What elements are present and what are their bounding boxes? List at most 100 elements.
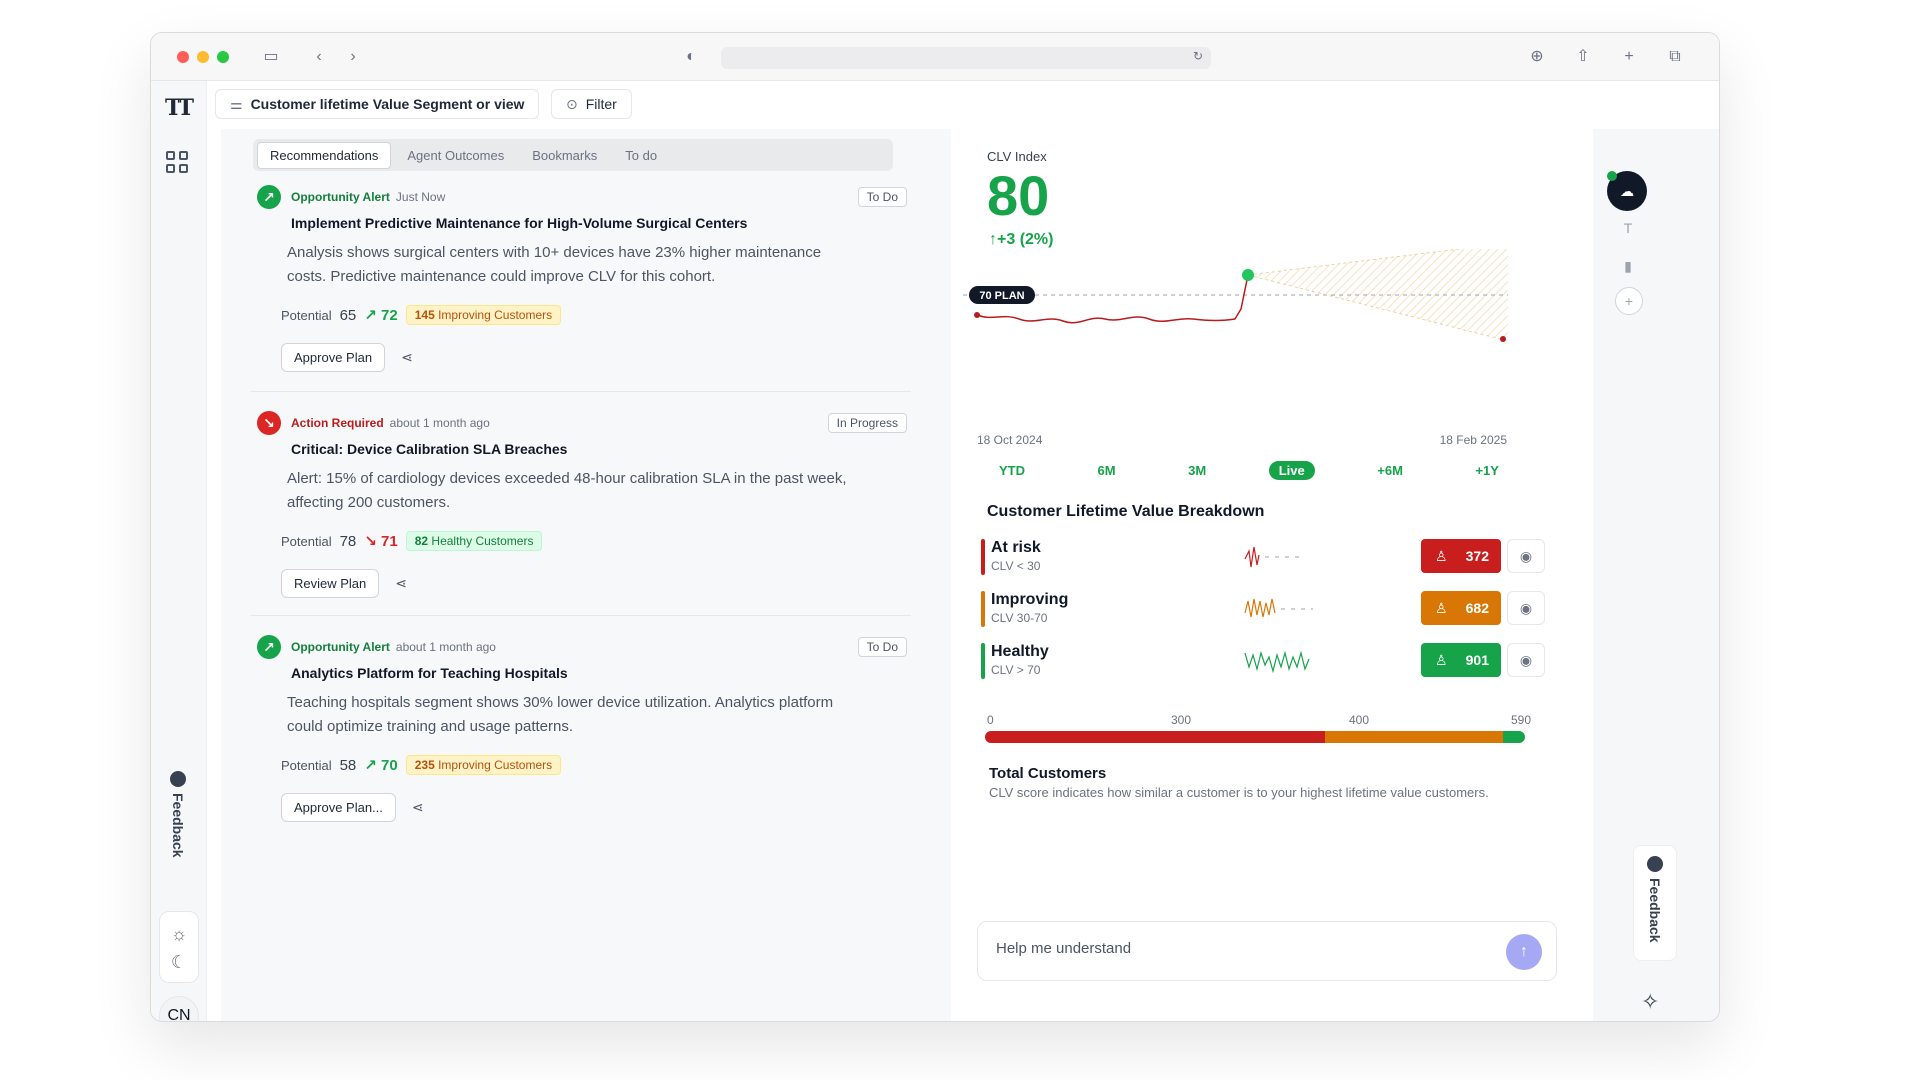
range-live[interactable]: Live bbox=[1268, 461, 1315, 480]
status-badge[interactable]: In Progress bbox=[827, 413, 907, 433]
view-segment-button[interactable]: ◉ bbox=[1507, 539, 1545, 573]
customers-count: 235 bbox=[414, 758, 435, 772]
tab-agent-outcomes[interactable]: Agent Outcomes bbox=[395, 143, 516, 168]
range-plus-1y[interactable]: +1Y bbox=[1465, 461, 1509, 480]
plan-label: 70 PLAN bbox=[979, 290, 1024, 302]
back-icon[interactable]: ‹ bbox=[307, 45, 331, 69]
distribution-segment bbox=[985, 731, 1326, 743]
online-status-dot bbox=[1607, 171, 1617, 181]
share-icon[interactable]: ⋖ bbox=[395, 575, 407, 592]
approve-plan-button[interactable]: Approve Plan... bbox=[281, 793, 396, 822]
person-icon: ♙ bbox=[1435, 600, 1448, 616]
trend-down-icon: ↘ bbox=[364, 533, 377, 550]
approve-plan-button[interactable]: Approve Plan bbox=[281, 343, 386, 372]
potential-to: ↗ 70 bbox=[364, 756, 397, 774]
start-point bbox=[974, 312, 980, 318]
address-bar[interactable]: ↻ bbox=[721, 47, 1211, 69]
new-tab-icon[interactable]: + bbox=[1617, 45, 1641, 69]
alert-type-label: Opportunity Alert bbox=[291, 190, 390, 204]
customers-chip[interactable]: 235 Improving Customers bbox=[405, 755, 562, 775]
segment-sparkline bbox=[1244, 598, 1313, 618]
potential-to-value: 70 bbox=[381, 757, 398, 774]
card-body: Analysis shows surgical centers with 10+… bbox=[287, 244, 822, 285]
close-window-button[interactable] bbox=[177, 51, 189, 63]
sidebar-toggle-icon[interactable]: ▭ bbox=[259, 45, 283, 69]
tab-to-do[interactable]: To do bbox=[613, 143, 669, 168]
apps-grid-icon[interactable] bbox=[166, 151, 188, 173]
left-rail: TT Feedback ☼ ☾ CN bbox=[151, 81, 207, 1021]
range-plus-6m[interactable]: +6M bbox=[1367, 461, 1413, 480]
minimize-window-button[interactable] bbox=[197, 51, 209, 63]
segment-selector-button[interactable]: ⚌ Customer lifetime Value Segment or view bbox=[215, 89, 540, 119]
segment-count-button[interactable]: ♙ 901 bbox=[1421, 643, 1501, 677]
feedback-icon bbox=[1647, 856, 1663, 872]
chat-input[interactable] bbox=[996, 940, 1476, 957]
customers-label: Improving Customers bbox=[438, 758, 553, 772]
filter-button[interactable]: ⊙ Filter bbox=[551, 89, 632, 119]
divider bbox=[251, 391, 911, 392]
share-icon[interactable]: ⋖ bbox=[401, 349, 413, 366]
feedback-tab-left[interactable]: Feedback bbox=[163, 771, 193, 858]
add-icon[interactable]: + bbox=[1615, 287, 1643, 315]
forecast-low-point bbox=[1500, 336, 1506, 342]
total-customers-description: CLV score indicates how similar a custom… bbox=[989, 785, 1489, 800]
share-icon[interactable]: ⋖ bbox=[412, 799, 424, 816]
segment-color-bar bbox=[981, 591, 985, 627]
customers-chip[interactable]: 145 Improving Customers bbox=[405, 305, 562, 325]
screen: ▭ ‹ › ◐ ↻ ⊕ ⇧ + ⧉ TT Feedback ☼ ☾ CN ⚌ C… bbox=[0, 0, 1920, 1080]
range-ytd[interactable]: YTD bbox=[989, 461, 1035, 480]
card-title[interactable]: Critical: Device Calibration SLA Breache… bbox=[291, 441, 907, 457]
feed-tabs: Recommendations Agent Outcomes Bookmarks… bbox=[253, 139, 893, 171]
send-button[interactable]: ↑ bbox=[1506, 934, 1542, 970]
moon-icon[interactable]: ☾ bbox=[160, 948, 198, 976]
bar-chart-icon[interactable]: ▮ bbox=[1611, 249, 1645, 283]
download-icon[interactable]: ⊕ bbox=[1525, 45, 1549, 69]
clv-panel: CLV Index 80 ↑+3 (2%) 70 PLAN 18 Oct 202… bbox=[963, 129, 1593, 1021]
potential-label: Potential bbox=[281, 757, 332, 773]
view-segment-button[interactable]: ◉ bbox=[1507, 643, 1545, 677]
forward-icon[interactable]: › bbox=[341, 45, 365, 69]
segment-range: CLV < 30 bbox=[991, 559, 1041, 573]
range-3m[interactable]: 3M bbox=[1178, 461, 1216, 480]
tab-bookmarks[interactable]: Bookmarks bbox=[520, 143, 609, 168]
segment-count-button[interactable]: ♙ 682 bbox=[1421, 591, 1501, 625]
reload-icon[interactable]: ↻ bbox=[1193, 49, 1203, 63]
card-actions: Review Plan ⋖ bbox=[281, 569, 907, 598]
card-title[interactable]: Implement Predictive Maintenance for Hig… bbox=[291, 215, 907, 231]
customers-chip[interactable]: 82 Healthy Customers bbox=[405, 531, 543, 551]
status-badge[interactable]: To Do bbox=[857, 187, 907, 207]
card-header: ↗ Opportunity Alert about 1 month ago To … bbox=[257, 635, 907, 659]
app-logo-icon[interactable]: T bbox=[1611, 211, 1645, 245]
distribution-bar bbox=[985, 731, 1525, 743]
filter-icon: ⊙ bbox=[566, 96, 578, 112]
feedback-tab-right[interactable]: Feedback bbox=[1633, 845, 1677, 961]
user-avatar[interactable]: CN bbox=[159, 996, 199, 1021]
card-title[interactable]: Analytics Platform for Teaching Hospital… bbox=[291, 665, 907, 681]
browser-titlebar: ▭ ‹ › ◐ ↻ ⊕ ⇧ + ⧉ bbox=[151, 33, 1719, 81]
clv-index-label: CLV Index bbox=[987, 149, 1047, 164]
sun-icon[interactable]: ☼ bbox=[160, 920, 198, 948]
segment-count: 372 bbox=[1465, 548, 1489, 564]
customers-count: 82 bbox=[414, 534, 429, 548]
segment-count-button[interactable]: ♙ 372 bbox=[1421, 539, 1501, 573]
tab-recommendations[interactable]: Recommendations bbox=[257, 141, 392, 169]
range-6m[interactable]: 6M bbox=[1088, 461, 1126, 480]
review-plan-button[interactable]: Review Plan bbox=[281, 569, 380, 598]
privacy-shield-icon[interactable]: ◐ bbox=[679, 45, 703, 69]
share-icon[interactable]: ⇧ bbox=[1571, 45, 1595, 69]
feedback-label: Feedback bbox=[170, 793, 186, 858]
view-segment-button[interactable]: ◉ bbox=[1507, 591, 1545, 625]
scale-label: 300 bbox=[1171, 713, 1192, 727]
customers-label: Healthy Customers bbox=[431, 534, 534, 548]
current-point[interactable] bbox=[1242, 269, 1254, 281]
app-toolbar: ⚌ Customer lifetime Value Segment or view… bbox=[207, 81, 1719, 129]
maximize-window-button[interactable] bbox=[217, 51, 229, 63]
status-badge[interactable]: To Do bbox=[857, 637, 907, 657]
clv-delta: ↑+3 (2%) bbox=[989, 231, 1053, 249]
scale-label: 400 bbox=[1349, 713, 1370, 727]
tabs-overview-icon[interactable]: ⧉ bbox=[1663, 45, 1687, 69]
segment-row-healthy: Healthy CLV > 70 ♙ 901 ◉ bbox=[981, 643, 1571, 683]
eye-icon: ◉ bbox=[1519, 600, 1533, 616]
sparkle-icon[interactable]: ✧ bbox=[1641, 989, 1659, 1015]
app-logo[interactable]: TT bbox=[165, 95, 194, 121]
